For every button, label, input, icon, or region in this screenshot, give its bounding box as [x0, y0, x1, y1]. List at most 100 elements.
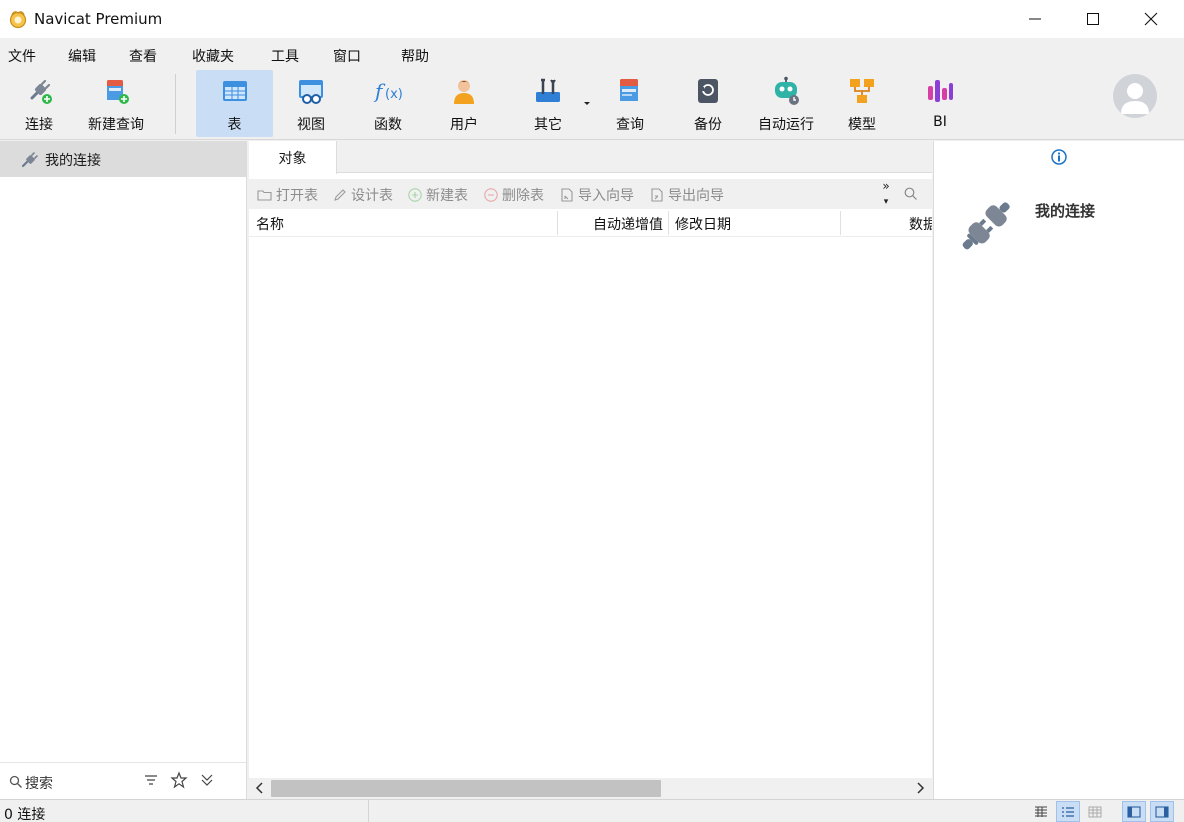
collapse-icon[interactable]: [198, 771, 216, 789]
tab-strip: 对象: [249, 141, 932, 174]
connect-button[interactable]: 连接: [4, 70, 74, 137]
minimize-button[interactable]: [1006, 0, 1064, 38]
new-query-button[interactable]: 新建查询: [80, 70, 152, 137]
info-icon[interactable]: [1050, 148, 1068, 166]
grid-view-button[interactable]: [1029, 801, 1053, 822]
design-table-label: 设计表: [351, 188, 393, 204]
table-label: 表: [227, 117, 242, 133]
delete-table-label: 删除表: [502, 188, 544, 204]
search-input[interactable]: 搜索: [25, 773, 53, 793]
new-query-label: 新建查询: [88, 117, 144, 133]
svg-text:(x): (x): [385, 87, 403, 102]
column-divider[interactable]: [840, 211, 841, 235]
tools-icon: [536, 78, 560, 102]
view-icon: [299, 80, 323, 104]
toolbar-divider: [175, 74, 176, 134]
horizontal-scrollbar[interactable]: [249, 778, 932, 799]
column-data[interactable]: 数据: [909, 214, 932, 234]
star-icon[interactable]: [170, 771, 188, 789]
toggle-left-pane-button[interactable]: [1122, 801, 1146, 822]
menu-bar: 文件 编辑 查看 收藏夹 工具 窗口 帮助: [0, 38, 1184, 70]
list-view-icon: [1062, 806, 1074, 817]
bi-label: BI: [933, 114, 947, 130]
plug-add-icon: [30, 79, 52, 104]
add-circle-icon: [408, 188, 422, 202]
connection-tree: 我的连接 搜索: [0, 141, 247, 799]
delete-table-button[interactable]: 删除表: [483, 185, 544, 205]
filter-icon[interactable]: [142, 771, 160, 789]
object-panel: 对象 打开表 设计表 新建表 删除表 导入向导 导出向导 » ▾ 名称 自动递增值…: [249, 141, 932, 799]
more-actions-button[interactable]: » ▾: [879, 179, 893, 209]
close-button[interactable]: [1122, 0, 1180, 38]
search-icon[interactable]: [903, 186, 919, 202]
menu-window[interactable]: 窗口: [333, 46, 361, 66]
import-wizard-button[interactable]: 导入向导: [559, 185, 634, 205]
column-modified[interactable]: 修改日期: [675, 214, 835, 234]
menu-file[interactable]: 文件: [8, 46, 36, 66]
window-title: Navicat Premium: [34, 10, 163, 28]
column-auto-increment[interactable]: 自动递增值: [561, 214, 663, 234]
automation-label: 自动运行: [758, 117, 814, 133]
scroll-left-icon[interactable]: [253, 780, 267, 796]
menu-view[interactable]: 查看: [129, 46, 157, 66]
toggle-right-pane-button[interactable]: [1150, 801, 1174, 822]
info-panel-title: 我的连接: [1035, 202, 1096, 220]
bi-button[interactable]: BI: [904, 70, 976, 137]
other-dropdown-icon[interactable]: [583, 101, 591, 107]
column-divider[interactable]: [668, 211, 669, 235]
other-button[interactable]: 其它: [510, 70, 586, 137]
connect-label: 连接: [25, 117, 53, 133]
menu-help[interactable]: 帮助: [401, 46, 429, 66]
query-label: 查询: [616, 117, 644, 133]
column-name[interactable]: 名称: [256, 214, 546, 234]
detail-view-button[interactable]: [1083, 801, 1107, 822]
pencil-icon: [334, 189, 346, 201]
column-divider[interactable]: [557, 211, 558, 235]
export-icon: [651, 188, 663, 202]
new-table-label: 新建表: [426, 188, 468, 204]
user-button[interactable]: 用户: [428, 70, 500, 137]
folder-open-icon: [257, 190, 272, 201]
table-icon: [222, 81, 247, 101]
scroll-right-icon[interactable]: [913, 780, 927, 796]
function-button[interactable]: f (x) 函数: [352, 70, 424, 137]
export-wizard-button[interactable]: 导出向导: [649, 185, 724, 205]
plug-icon: [21, 152, 38, 168]
open-table-button[interactable]: 打开表: [257, 185, 318, 205]
export-wizard-label: 导出向导: [668, 188, 724, 204]
title-bar: Navicat Premium: [0, 0, 1184, 38]
menu-edit[interactable]: 编辑: [68, 46, 96, 66]
model-icon: [850, 79, 874, 103]
status-divider: [368, 800, 369, 822]
connection-count: 0 连接: [4, 807, 46, 822]
backup-button[interactable]: 备份: [672, 70, 744, 137]
object-toolbar: 打开表 设计表 新建表 删除表 导入向导 导出向导 » ▾: [249, 179, 932, 209]
avatar[interactable]: [1113, 74, 1157, 118]
query-button[interactable]: 查询: [594, 70, 666, 137]
connection-search[interactable]: 搜索: [0, 762, 246, 799]
new-table-button[interactable]: 新建表: [407, 185, 468, 205]
maximize-button[interactable]: [1064, 0, 1122, 38]
open-table-label: 打开表: [276, 188, 318, 204]
connection-item[interactable]: 我的连接: [0, 141, 246, 177]
menu-favorites[interactable]: 收藏夹: [192, 46, 234, 66]
user-avatar-icon: [1121, 83, 1149, 114]
scrollbar-thumb[interactable]: [271, 780, 661, 797]
close-icon: [1144, 12, 1158, 26]
function-label: 函数: [374, 117, 402, 133]
list-view-button[interactable]: [1056, 801, 1080, 822]
backup-icon: [698, 79, 718, 103]
design-table-button[interactable]: 设计表: [332, 185, 393, 205]
model-label: 模型: [848, 117, 876, 133]
model-button[interactable]: 模型: [826, 70, 898, 137]
grid-view-icon: [1035, 806, 1047, 817]
view-button[interactable]: 视图: [275, 70, 347, 137]
tab-objects[interactable]: 对象: [249, 141, 337, 174]
import-wizard-label: 导入向导: [578, 188, 634, 204]
other-label: 其它: [534, 117, 562, 133]
automation-button[interactable]: 自动运行: [750, 70, 822, 137]
detail-view-icon: [1088, 806, 1102, 817]
menu-tools[interactable]: 工具: [271, 46, 299, 66]
table-button[interactable]: 表: [196, 70, 273, 137]
left-pane-icon: [1127, 805, 1141, 818]
